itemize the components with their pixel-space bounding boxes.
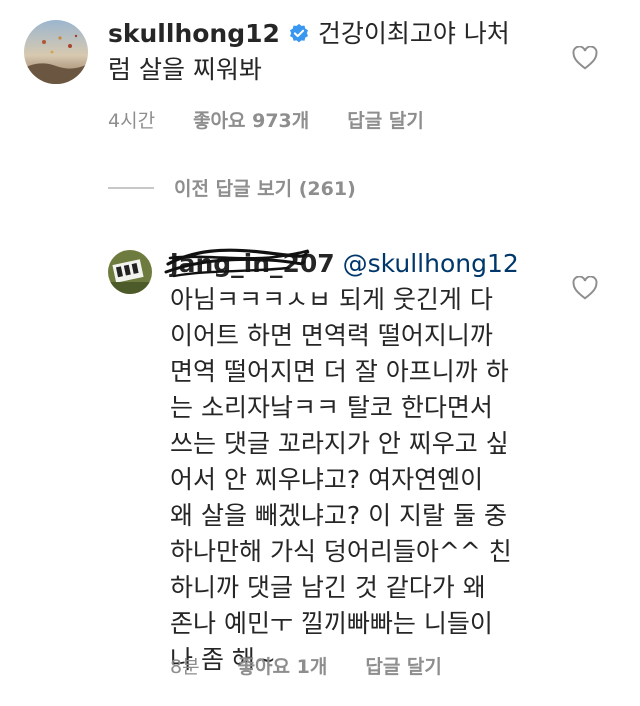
reply-time: 8분 <box>170 656 200 678</box>
reply-button[interactable]: 답글 달기 <box>347 106 424 133</box>
reply-likes[interactable]: 좋아요 1개 <box>238 652 328 679</box>
reply-line: 왜 살을 빼겠냐고? 이 지랄 둘 중 <box>170 501 507 530</box>
comment-username[interactable]: skullhong12 <box>108 19 280 48</box>
like-heart-icon[interactable] <box>572 275 598 300</box>
reply-button[interactable]: 답글 달기 <box>365 652 442 679</box>
avatar[interactable] <box>108 250 152 294</box>
comment-meta: 4시간 좋아요 973개 답글 달기 <box>108 106 462 133</box>
reply-line: 어서 안 찌우냐고? 여자연옌이 <box>170 465 484 494</box>
comment-text-line: 건강이최고야 나처 <box>317 19 510 48</box>
verified-badge-icon <box>288 19 310 43</box>
view-replies-label: 이전 답글 보기 (261) <box>174 178 356 200</box>
reply-body: jang_in_207 @skullhong12 아님ㅋㅋㅋㅅㅂ 되게 웃긴게 … <box>170 246 519 678</box>
avatar[interactable] <box>24 20 88 84</box>
comment-likes[interactable]: 좋아요 973개 <box>193 106 309 133</box>
like-heart-icon[interactable] <box>572 45 598 70</box>
reply-line: 아님ㅋㅋㅋㅅㅂ 되게 웃긴게 다 <box>170 285 493 314</box>
redaction-scribble <box>164 248 310 278</box>
reply-line: 는 소리자낰ㅋㅋ 탈코 한다면서 <box>170 393 493 422</box>
comment-text-line: 럼 살을 찌워봐 <box>108 55 262 84</box>
reply-line: 이어트 하면 면역력 떨어지니까 <box>170 321 493 350</box>
reply-line: 하니까 댓글 남긴 것 같다가 왜 <box>170 573 486 602</box>
reply-line: 존나 예민ㅜ 낄끼빠빠는 니들이 <box>170 609 493 638</box>
reply-line: 면역 떨어지면 더 잘 아프니까 하 <box>170 357 509 386</box>
comment-body: skullhong12 건강이최고야 나처 럼 살을 찌워봐 <box>108 16 510 88</box>
reply-line: 쓰는 댓글 꼬라지가 안 찌우고 싶 <box>170 429 509 458</box>
comment-time: 4시간 <box>108 110 156 132</box>
divider <box>108 186 154 189</box>
reply-line: 하나만해 가식 덩어리들아^^ 친 <box>170 537 512 566</box>
mention-link[interactable]: @skullhong12 <box>343 249 519 278</box>
view-previous-replies[interactable]: 이전 답글 보기 (261) <box>108 174 356 201</box>
reply-meta: 8분 좋아요 1개 답글 달기 <box>170 652 480 679</box>
